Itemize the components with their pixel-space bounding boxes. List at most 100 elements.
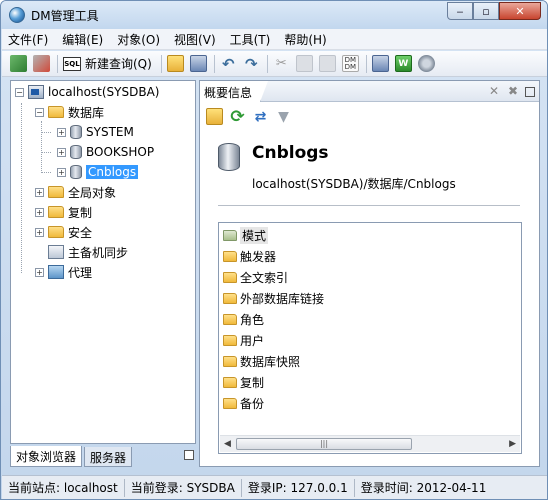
toolbar-separator — [213, 54, 215, 73]
scroll-right-icon[interactable]: ▶ — [509, 439, 516, 449]
tab-object-browser[interactable]: 对象浏览器 — [10, 446, 83, 467]
new-query-button[interactable]: SQL 新建查询(Q) — [63, 55, 152, 72]
expand-icon[interactable]: + — [35, 207, 44, 217]
filter-icon[interactable]: ▼ — [275, 108, 292, 125]
settings-icon[interactable] — [417, 55, 435, 72]
list-item[interactable]: 数据库快照 — [223, 351, 300, 372]
tree-node-db-system[interactable]: + SYSTEM — [57, 123, 134, 141]
title-bar[interactable]: DM管理工具 ‒ ▫ ✕ — [1, 1, 547, 29]
expand-icon[interactable]: + — [35, 267, 44, 277]
list-item[interactable]: 用户 — [223, 330, 264, 351]
list-item[interactable]: 角色 — [223, 309, 264, 330]
panel-controls: ✕ ✖ — [482, 84, 535, 98]
database-icon — [70, 125, 82, 139]
switch-view-icon[interactable]: ⇄ — [252, 108, 269, 125]
object-browser-panel[interactable]: − localhost(SYSDBA) − 数据库 + SYSTEM + BOO… — [10, 80, 196, 444]
scrollbar-thumb[interactable]: ||| — [236, 438, 412, 450]
menu-tools[interactable]: 工具(T) — [230, 31, 271, 48]
folder-icon — [48, 186, 64, 198]
expand-icon[interactable]: + — [57, 167, 66, 177]
overview-header: 概要信息 ✕ ✖ — [200, 81, 539, 102]
close-all-icon[interactable]: ✖ — [506, 84, 520, 98]
list-item[interactable]: 复制 — [223, 372, 264, 393]
paste-icon[interactable] — [318, 55, 336, 72]
tree-node-security[interactable]: + 安全 — [35, 223, 92, 241]
undo-icon[interactable]: ↶ — [220, 55, 237, 73]
maximize-panel-icon[interactable] — [525, 87, 535, 97]
menu-help[interactable]: 帮助(H) — [284, 31, 326, 48]
tab-servers[interactable]: 服务器 — [84, 447, 133, 467]
tree-node-label: SYSTEM — [86, 125, 134, 139]
maximize-button[interactable]: ▫ — [473, 2, 499, 20]
dm-compare-icon[interactable]: DM DM — [341, 55, 359, 72]
tree-node-databases[interactable]: − 数据库 — [35, 103, 104, 121]
tree-node-label: 全局对象 — [68, 185, 117, 200]
export-icon[interactable] — [371, 55, 389, 72]
menu-view[interactable]: 视图(V) — [174, 31, 216, 48]
minimize-button[interactable]: ‒ — [447, 2, 473, 20]
tab-overview[interactable]: 概要信息 — [200, 81, 269, 102]
tree-node-db-bookshop[interactable]: + BOOKSHOP — [57, 143, 154, 161]
tree-node-replication[interactable]: + 复制 — [35, 203, 92, 221]
proxy-icon — [48, 265, 64, 279]
new-query-label: 新建查询(Q) — [85, 57, 152, 71]
list-item-label: 模式 — [240, 227, 269, 244]
menu-edit[interactable]: 编辑(E) — [62, 31, 103, 48]
tree-guide-line — [41, 132, 51, 133]
disconnect-icon[interactable] — [33, 55, 50, 72]
cut-icon[interactable]: ✂ — [273, 55, 290, 72]
database-icon — [70, 165, 82, 179]
folder-icon — [48, 106, 64, 118]
collapse-icon[interactable]: − — [35, 107, 44, 117]
left-panel-tabs: 对象浏览器 服务器 — [10, 446, 196, 467]
tree-node-label: 复制 — [68, 205, 93, 220]
object-list[interactable]: 模式 触发器 全文索引 外部数据库链接 角色 用户 数据库快照 复制 备份 ◀ … — [218, 222, 522, 454]
save-icon[interactable] — [189, 55, 207, 72]
overview-panel: 概要信息 ✕ ✖ ⟳ ⇄ ▼ Cnblogs localhost(SYSDBA)… — [199, 80, 540, 467]
close-button[interactable]: ✕ — [499, 2, 541, 20]
scroll-left-icon[interactable]: ◀ — [224, 439, 231, 449]
folder-icon — [48, 226, 64, 238]
menu-file[interactable]: 文件(F) — [8, 31, 48, 48]
folder-icon — [223, 377, 237, 388]
copy-icon[interactable] — [295, 55, 313, 72]
tree-guide-line — [41, 172, 51, 173]
refresh-icon[interactable]: ⟳ — [229, 107, 246, 127]
status-site: 当前站点: localhost — [2, 478, 125, 497]
monitor-icon[interactable]: W — [394, 55, 412, 72]
sql-icon: SQL — [63, 56, 81, 71]
list-item-label: 复制 — [240, 376, 265, 390]
open-folder-icon[interactable] — [166, 55, 184, 72]
horizontal-scrollbar[interactable]: ◀ ||| ▶ — [220, 435, 520, 452]
app-icon — [9, 7, 25, 23]
tree-node-label-selected: Cnblogs — [86, 165, 139, 179]
close-panel-icon[interactable]: ✕ — [487, 84, 501, 98]
tree-node-db-cnblogs[interactable]: + Cnblogs — [57, 163, 139, 181]
restore-panel-icon[interactable] — [184, 450, 194, 460]
list-item-label: 数据库快照 — [240, 355, 301, 369]
database-icon — [70, 145, 82, 159]
tree-node-global-objects[interactable]: + 全局对象 — [35, 183, 116, 201]
connect-icon[interactable] — [10, 55, 27, 72]
collapse-icon[interactable]: − — [15, 87, 24, 97]
tree-node-label: localhost(SYSDBA) — [48, 85, 160, 99]
tree-node-label: 代理 — [68, 265, 93, 280]
expand-icon[interactable]: + — [57, 147, 66, 157]
menu-object[interactable]: 对象(O) — [117, 31, 160, 48]
tree-guide-line — [41, 121, 42, 173]
database-path: localhost(SYSDBA)/数据库/Cnblogs — [252, 177, 456, 191]
expand-icon[interactable]: + — [35, 187, 44, 197]
list-item[interactable]: 全文索引 — [223, 267, 288, 288]
new-folder-icon[interactable] — [206, 108, 223, 125]
expand-icon[interactable]: + — [35, 227, 44, 237]
list-item[interactable]: 外部数据库链接 — [223, 288, 324, 309]
list-item[interactable]: 触发器 — [223, 246, 276, 267]
tree-node-server[interactable]: − localhost(SYSDBA) — [15, 83, 159, 101]
sync-icon — [48, 245, 64, 259]
list-item[interactable]: 备份 — [223, 393, 264, 414]
tree-node-standby-sync[interactable]: 主备机同步 — [48, 243, 128, 261]
expand-icon[interactable]: + — [57, 127, 66, 137]
redo-icon[interactable]: ↷ — [243, 55, 260, 73]
tree-node-proxy[interactable]: + 代理 — [35, 263, 92, 281]
list-item[interactable]: 模式 — [223, 225, 269, 246]
